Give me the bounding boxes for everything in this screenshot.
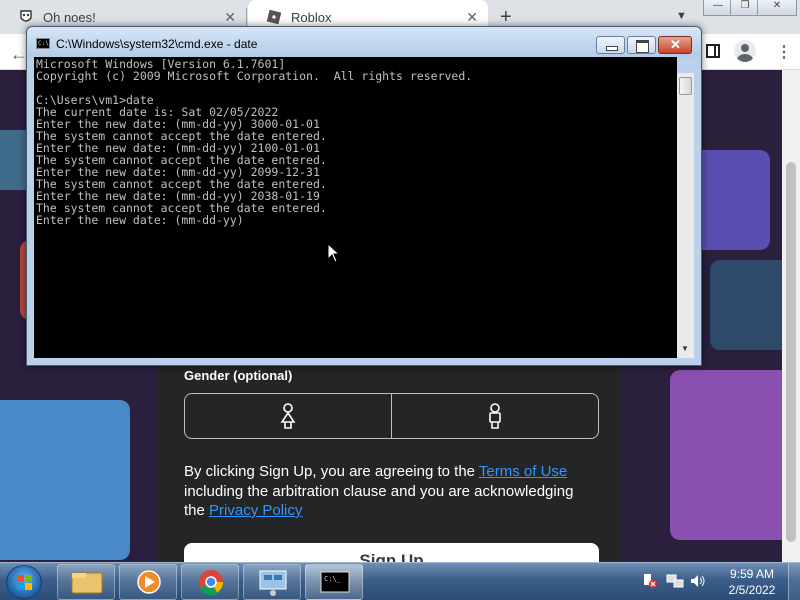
scrollbar-thumb[interactable]	[786, 162, 796, 542]
background-tile	[0, 400, 130, 560]
page-scrollbar[interactable]	[782, 70, 800, 562]
gender-selector	[184, 393, 599, 439]
show-desktop-button[interactable]	[788, 563, 800, 600]
chrome-icon	[199, 570, 223, 596]
maximize-button[interactable]	[627, 36, 656, 54]
gender-female-button[interactable]	[185, 394, 391, 438]
close-tab-icon[interactable]: ✕	[224, 9, 236, 26]
tab-title: Roblox	[291, 9, 332, 25]
mouse-cursor-icon	[327, 243, 341, 263]
cmd-titlebar[interactable]: C:\ C:\Windows\system32\cmd.exe - date ✕	[27, 27, 701, 57]
side-panel-icon[interactable]	[706, 44, 720, 58]
roblox-icon	[266, 9, 282, 25]
female-icon	[280, 403, 296, 429]
minimize-icon[interactable]: —	[703, 0, 733, 16]
terms-of-use-link[interactable]: Terms of Use	[479, 463, 567, 480]
background-tile	[670, 370, 782, 540]
media-player-icon	[137, 570, 161, 594]
chrome-taskbar-button[interactable]	[181, 564, 239, 600]
cmd-icon: C:\	[36, 38, 50, 49]
close-button[interactable]: ✕	[658, 36, 692, 54]
tab-divider	[246, 8, 247, 26]
background-tile	[710, 260, 782, 350]
gender-label: Gender (optional)	[184, 368, 293, 383]
cmd-title: C:\Windows\system32\cmd.exe - date	[56, 37, 258, 51]
privacy-policy-link[interactable]: Privacy Policy	[209, 502, 302, 519]
cmd-taskbar-button[interactable]: C:\_	[305, 564, 363, 600]
profile-icon[interactable]	[734, 40, 756, 62]
male-icon	[489, 403, 501, 429]
scroll-down-icon[interactable]: ▼	[681, 344, 689, 353]
menu-dots-icon[interactable]: ⋮	[776, 42, 792, 62]
gender-male-button[interactable]	[391, 394, 598, 438]
favicon-icon	[20, 10, 32, 22]
clock-date[interactable]: 2/5/2022	[720, 583, 784, 597]
close-icon: ✕	[670, 37, 681, 52]
network-icon	[259, 570, 287, 596]
cmd-window: C:\ C:\Windows\system32\cmd.exe - date ✕…	[26, 26, 702, 366]
close-tab-icon[interactable]: ✕	[466, 9, 478, 26]
console-scrollbar[interactable]: ▲ ▼	[677, 73, 694, 358]
action-center-icon[interactable]	[642, 573, 658, 589]
scrollbar-thumb[interactable]	[679, 77, 692, 95]
network-taskbar-button[interactable]	[243, 564, 301, 600]
svg-text:C:\_: C:\_	[324, 575, 342, 583]
terms-text-part: By clicking Sign Up, you are agreeing to…	[184, 463, 479, 480]
console-output[interactable]: Microsoft Windows [Version 6.1.7601] Cop…	[34, 57, 677, 358]
flag-segment	[17, 583, 24, 590]
close-icon[interactable]: ✕	[757, 0, 797, 16]
windows-start-icon[interactable]	[6, 565, 42, 599]
terms-text: By clicking Sign Up, you are agreeing to…	[184, 462, 584, 521]
cmd-icon: C:\_	[320, 571, 350, 593]
chevron-down-icon[interactable]: ▼	[676, 10, 687, 22]
flag-segment	[17, 575, 24, 582]
flag-segment	[25, 583, 32, 590]
media-player-taskbar-button[interactable]	[119, 564, 177, 600]
tab-title: Oh noes!	[43, 9, 96, 25]
console-text: Microsoft Windows [Version 6.1.7601] Cop…	[36, 57, 473, 227]
sign-up-button[interactable]: Sign Up	[184, 543, 599, 562]
explorer-icon	[71, 572, 103, 594]
flag-segment	[25, 575, 32, 582]
explorer-taskbar-button[interactable]	[57, 564, 115, 600]
network-tray-icon[interactable]	[666, 573, 684, 589]
volume-icon[interactable]	[690, 573, 706, 589]
restore-icon[interactable]: ❐	[730, 0, 760, 16]
minimize-button[interactable]	[596, 36, 625, 54]
taskbar: C:\_ 9:59 AM 2/5/2022	[0, 562, 800, 600]
clock-time[interactable]: 9:59 AM	[724, 567, 780, 581]
